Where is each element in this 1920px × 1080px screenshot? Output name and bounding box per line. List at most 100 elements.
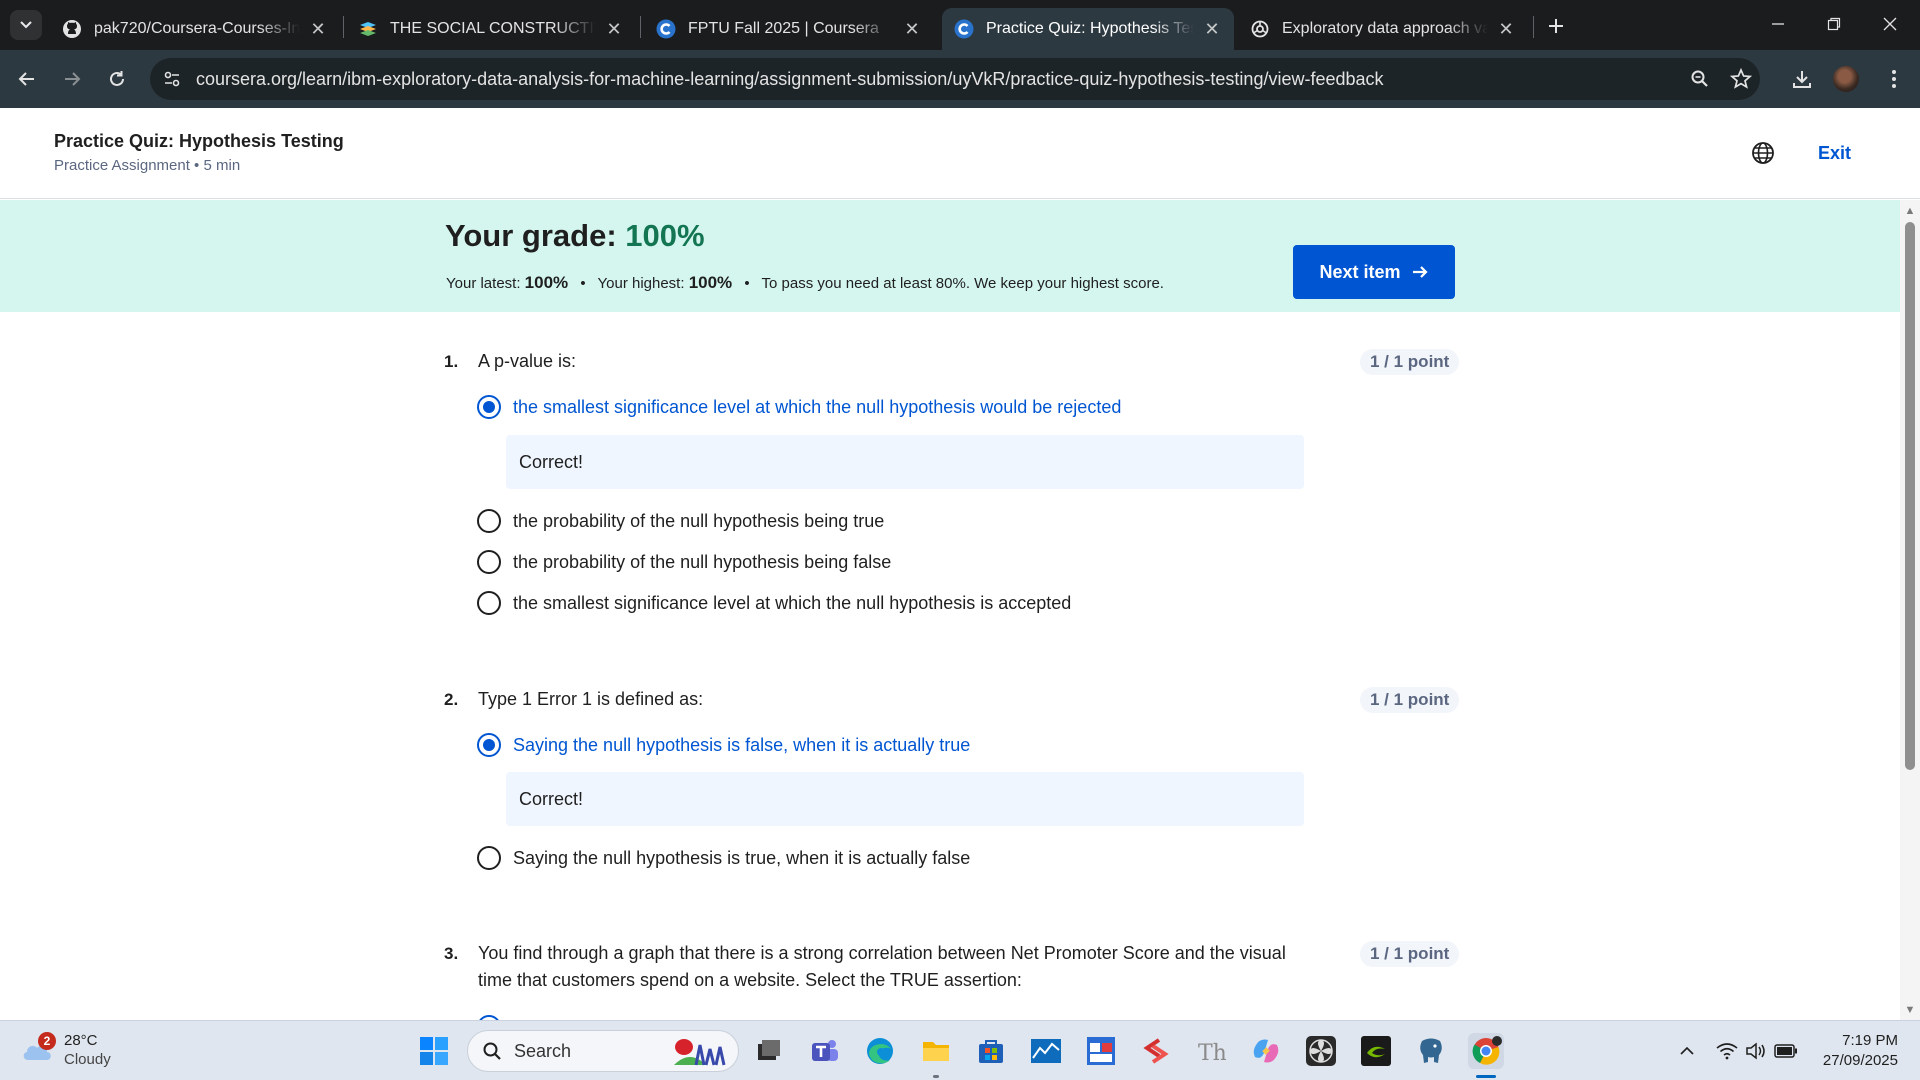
answer-option[interactable]: the probability of the null hypothesis b…	[477, 509, 884, 533]
code-editor-button[interactable]	[1138, 1033, 1174, 1069]
copilot-icon	[1253, 1039, 1279, 1063]
browser-tab-strip: pak720/Coursera-Courses-Intro ✕ THE SOCI…	[0, 0, 1920, 50]
latest-label: Your latest:	[446, 275, 521, 292]
points-badge: 1 / 1 point	[1360, 941, 1460, 967]
exit-link[interactable]: Exit	[1818, 143, 1851, 164]
search-icon	[483, 1042, 501, 1060]
close-icon[interactable]: ✕	[1496, 19, 1516, 39]
file-explorer-button[interactable]	[918, 1033, 954, 1069]
tab-fptu-coursera[interactable]: FPTU Fall 2025 | Coursera ✕	[644, 8, 934, 50]
task-view-button[interactable]	[751, 1033, 787, 1069]
site-info-icon[interactable]	[156, 63, 188, 95]
bookmark-star-icon[interactable]	[1725, 63, 1757, 95]
scroll-down-icon[interactable]: ▼	[1903, 1003, 1917, 1017]
back-button[interactable]	[11, 63, 43, 95]
calendar-app-button[interactable]	[1083, 1033, 1119, 1069]
tab-github[interactable]: pak720/Coursera-Courses-Intro ✕	[50, 8, 340, 50]
radio-selected-icon[interactable]	[477, 733, 501, 757]
tab-divider	[1533, 16, 1534, 38]
windows-start-button[interactable]	[416, 1033, 452, 1069]
globe-icon	[1752, 142, 1774, 164]
copilot-button[interactable]	[1248, 1033, 1284, 1069]
page-title: Practice Quiz: Hypothesis Testing	[54, 131, 344, 151]
fan-app-button[interactable]	[1303, 1033, 1339, 1069]
question-text: You find through a graph that there is a…	[478, 943, 1286, 990]
plus-icon	[1549, 19, 1563, 33]
feedback-box: Correct!	[506, 772, 1304, 826]
next-item-button[interactable]: Next item	[1293, 245, 1455, 299]
nvidia-button[interactable]	[1358, 1033, 1394, 1069]
language-button[interactable]	[1750, 140, 1776, 166]
teams-button[interactable]	[807, 1033, 843, 1069]
avatar	[1833, 66, 1859, 92]
system-clock[interactable]: 7:19 PM 27/09/2025	[1812, 1031, 1898, 1071]
taskbar-search[interactable]: Search	[467, 1030, 739, 1072]
teams-icon	[812, 1040, 838, 1061]
grade-value: 100%	[625, 218, 705, 253]
tab-social-constructive[interactable]: THE SOCIAL CONSTRUCTIVE LE ✕	[346, 8, 636, 50]
elephant-icon	[1420, 1038, 1442, 1063]
calendar-icon	[1087, 1037, 1115, 1065]
close-icon[interactable]: ✕	[308, 19, 328, 39]
nvidia-icon	[1361, 1036, 1391, 1066]
address-bar[interactable]: coursera.org/learn/ibm-exploratory-data-…	[150, 58, 1760, 100]
answer-option[interactable]: the smallest significance level at which…	[477, 395, 1121, 419]
chevron-down-icon	[20, 21, 32, 29]
close-icon[interactable]: ✕	[1202, 19, 1222, 39]
restore-icon	[1827, 17, 1841, 31]
battery-icon[interactable]	[1774, 1039, 1798, 1063]
radio-icon[interactable]	[477, 550, 501, 574]
tab-search-dropdown-button[interactable]	[10, 10, 42, 40]
answer-option[interactable]: the smallest significance level at which…	[477, 591, 1071, 615]
chrome-button[interactable]	[1468, 1033, 1504, 1069]
postgres-button[interactable]	[1413, 1033, 1449, 1069]
radio-icon[interactable]	[477, 509, 501, 533]
answer-option[interactable]: Saying the null hypothesis is false, whe…	[477, 733, 970, 757]
highest-value: 100%	[688, 273, 733, 292]
profile-button[interactable]	[1830, 63, 1862, 95]
close-icon[interactable]: ✕	[604, 19, 624, 39]
points-badge: 1 / 1 point	[1360, 687, 1460, 713]
edge-button[interactable]	[862, 1033, 898, 1069]
answer-option[interactable]: Saying the null hypothesis is true, when…	[477, 846, 970, 870]
tab-practice-quiz[interactable]: Practice Quiz: Hypothesis Testin ✕	[942, 8, 1234, 50]
stocks-app-button[interactable]	[1028, 1033, 1064, 1069]
chevron-up-icon	[1680, 1046, 1694, 1055]
question-number: 1.	[444, 352, 459, 371]
typeface-app-button[interactable]: Th	[1193, 1033, 1229, 1069]
tab-title: Practice Quiz: Hypothesis Testin	[986, 20, 1194, 37]
minimize-icon	[1772, 23, 1784, 25]
font-icon: Th	[1198, 1041, 1226, 1066]
download-icon	[1793, 71, 1811, 88]
restore-button[interactable]	[1806, 0, 1862, 48]
reload-button[interactable]	[101, 63, 133, 95]
weather-widget[interactable]: 2 28°C Cloudy	[20, 1031, 111, 1069]
tab-title: pak720/Coursera-Courses-Intro	[94, 20, 300, 37]
radio-icon[interactable]	[477, 591, 501, 615]
fan-icon	[1306, 1036, 1336, 1066]
show-hidden-icons-button[interactable]	[1675, 1039, 1699, 1063]
browser-menu-button[interactable]	[1878, 63, 1910, 95]
answer-option[interactable]: the probability of the null hypothesis b…	[477, 550, 891, 574]
radio-icon[interactable]	[477, 846, 501, 870]
question-number: 2.	[444, 690, 459, 709]
tab-exploratory-data[interactable]: Exploratory data approach valid ✕	[1238, 8, 1528, 50]
forward-button[interactable]	[56, 63, 88, 95]
option-label: the smallest significance level at which…	[513, 592, 1072, 613]
separator: •	[744, 275, 750, 292]
option-label: Saying the null hypothesis is true, when…	[513, 847, 971, 868]
window-close-button[interactable]	[1862, 0, 1918, 48]
volume-icon[interactable]	[1744, 1039, 1768, 1063]
zoom-icon[interactable]	[1684, 63, 1716, 95]
minimize-button[interactable]	[1750, 0, 1806, 48]
radio-selected-icon[interactable]	[477, 395, 501, 419]
scrollbar-thumb[interactable]	[1905, 222, 1915, 770]
close-icon[interactable]: ✕	[902, 19, 922, 39]
new-tab-button[interactable]	[1542, 12, 1570, 40]
store-button[interactable]	[973, 1033, 1009, 1069]
search-highlight-icon	[674, 1039, 726, 1066]
wifi-icon[interactable]	[1715, 1039, 1739, 1063]
arrow-left-icon	[18, 72, 34, 86]
downloads-button[interactable]	[1786, 63, 1818, 95]
scroll-up-icon[interactable]: ▲	[1903, 204, 1917, 218]
